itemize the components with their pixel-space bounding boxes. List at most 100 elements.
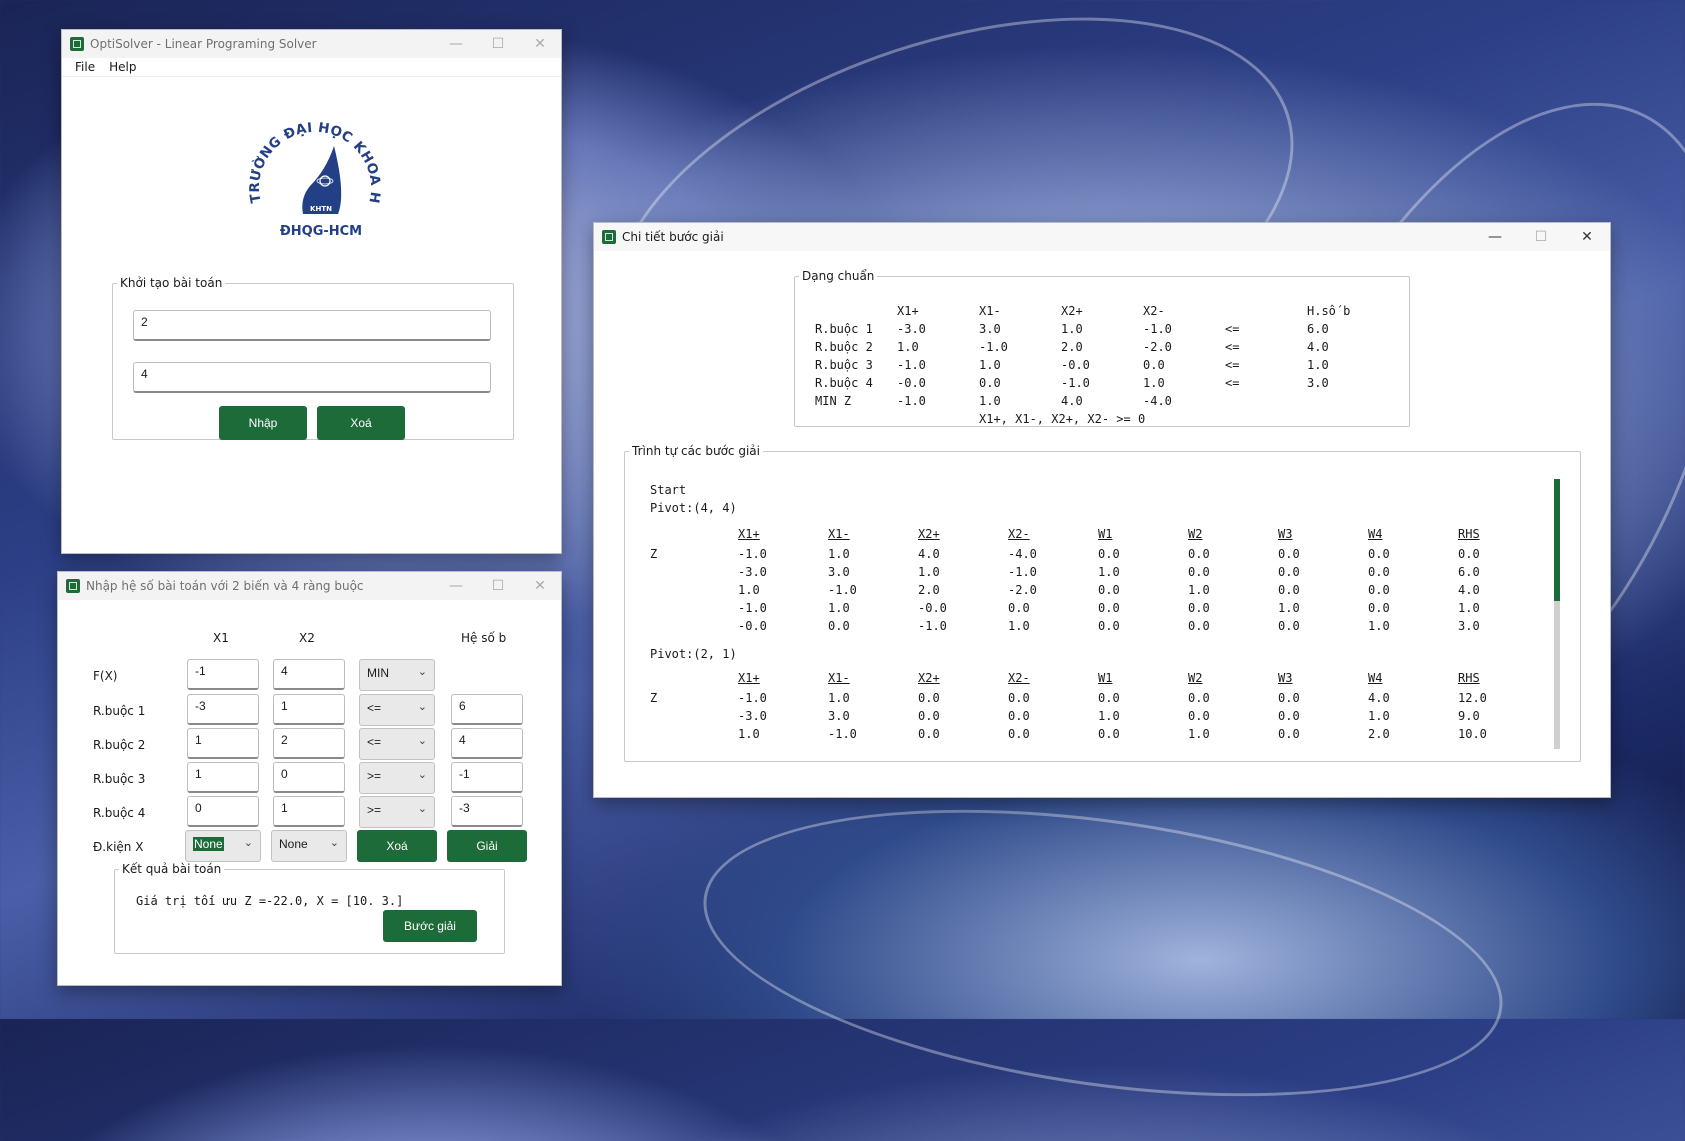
cell: 0.0: [1188, 619, 1210, 633]
constraint-b-input[interactable]: -1: [451, 762, 523, 793]
chevron-down-icon: ⌄: [329, 837, 339, 849]
close-icon[interactable]: ✕: [519, 30, 561, 58]
close-icon[interactable]: ✕: [519, 572, 561, 600]
cell: 1.0: [1278, 601, 1300, 615]
maximize-icon[interactable]: ☐: [477, 30, 519, 58]
constraint-x2-input[interactable]: 1: [273, 694, 345, 725]
cell: <=: [1225, 376, 1240, 390]
cell: 1.0: [1143, 376, 1165, 390]
standard-header: X2-: [1143, 304, 1165, 318]
constraint-b-input[interactable]: 6: [451, 694, 523, 725]
solve-button[interactable]: Giải: [447, 830, 527, 862]
objective-select[interactable]: MIN ⌄: [359, 659, 435, 691]
condition-x1-select[interactable]: None ⌄: [185, 830, 261, 862]
init-group: Khởi tạo bài toán: [112, 276, 514, 440]
constraint-x1-input[interactable]: 1: [187, 728, 259, 759]
minimize-icon[interactable]: —: [435, 572, 477, 600]
condition-x2-select[interactable]: None ⌄: [271, 830, 347, 862]
cell: [1307, 392, 1377, 410]
constraint-b-input[interactable]: -3: [451, 796, 523, 827]
constraint-x1-input[interactable]: -3: [187, 694, 259, 725]
cell: 0.0: [1368, 565, 1390, 579]
menu-help[interactable]: Help: [102, 58, 143, 76]
tableau-header: X1-: [828, 671, 850, 685]
minimize-icon[interactable]: —: [435, 30, 477, 58]
steps-button[interactable]: Bước giải: [383, 910, 477, 942]
cell: 1.0: [1008, 619, 1030, 633]
cell: -1.0: [738, 601, 767, 615]
cell: -1.0: [828, 583, 857, 597]
cell: -0.0: [738, 619, 767, 633]
cell: 1.0: [738, 583, 760, 597]
close-icon[interactable]: ✕: [1564, 223, 1610, 251]
cell: 1.0: [1307, 358, 1329, 372]
cell: 3.0: [828, 709, 850, 723]
steps-scrollbar[interactable]: [1554, 479, 1560, 749]
cell: 0.0: [1188, 709, 1210, 723]
cell: 0.0: [1368, 583, 1390, 597]
standard-row: R.buộc 2 1.0 -1.0 2.0 -2.0 <= 4.0: [815, 338, 1377, 356]
start-label: Start: [650, 483, 687, 497]
fx-x1-input[interactable]: -1: [187, 659, 259, 690]
input-window-title: Nhập hệ số bài toán với 2 biến và 4 ràng…: [86, 579, 364, 593]
cell: 0.0: [1278, 691, 1300, 705]
cell: 0.0: [1098, 691, 1120, 705]
constraint-op-select[interactable]: <= ⌄: [359, 694, 435, 726]
constraint-x1-input[interactable]: 0: [187, 796, 259, 827]
steps-group-label: Trình tự các bước giải: [632, 444, 760, 458]
constraint-op-select[interactable]: <= ⌄: [359, 728, 435, 760]
enter-button[interactable]: Nhập: [219, 406, 307, 440]
menu-file[interactable]: File: [68, 58, 102, 76]
constraint-op-select[interactable]: >= ⌄: [359, 796, 435, 828]
constraint-op-select[interactable]: >= ⌄: [359, 762, 435, 794]
steps-window-titlebar[interactable]: Chi tiết bước giải — ☐ ✕: [594, 223, 1610, 251]
cell: -1.0: [897, 394, 926, 408]
main-window-titlebar[interactable]: OptiSolver - Linear Programing Solver — …: [62, 30, 561, 58]
num-constraints-input[interactable]: 4: [133, 362, 491, 393]
chevron-down-icon: ⌄: [417, 769, 427, 781]
cell: -1.0: [979, 340, 1008, 354]
steps-scrollbar-thumb[interactable]: [1554, 479, 1560, 601]
cell: 2.0: [918, 583, 940, 597]
cell: 0.0: [1368, 547, 1390, 561]
chevron-down-icon: ⌄: [417, 701, 427, 713]
cell: 6.0: [1458, 565, 1480, 579]
cell: 1.0: [1188, 727, 1210, 741]
row-label: [650, 725, 738, 743]
tableau-row: -1.0 1.0 -0.0 0.0 0.0 0.0 1.0 0.0 1.0: [650, 599, 1528, 617]
cell: 0.0: [1278, 709, 1300, 723]
row-label: [650, 581, 738, 599]
clear-coefficients-button[interactable]: Xoá: [357, 830, 437, 862]
cell: <=: [1225, 340, 1240, 354]
num-vars-input[interactable]: 2: [133, 310, 491, 341]
maximize-icon[interactable]: ☐: [1518, 223, 1564, 251]
tableau-header: W4: [1368, 671, 1383, 685]
cell: -3.0: [738, 565, 767, 579]
input-window-titlebar[interactable]: Nhập hệ số bài toán với 2 biến và 4 ràng…: [58, 572, 561, 600]
tableau-row: -3.0 3.0 1.0 -1.0 1.0 0.0 0.0 0.0 6.0: [650, 563, 1528, 581]
cell: 3.0: [1458, 619, 1480, 633]
clear-button[interactable]: Xoá: [317, 406, 405, 440]
constraint-b-input[interactable]: 4: [451, 728, 523, 759]
tableau: X1+ X1- X2+ X2- W1 W2 W3 W4 RHS Z -1.0 1…: [650, 667, 1528, 743]
steps-scroll-area[interactable]: Start Pivot:(4, 4) X1+ X1- X2+ X2- W1 W2…: [650, 481, 1550, 759]
constraint-x2-input[interactable]: 0: [273, 762, 345, 793]
cell: 0.0: [979, 376, 1001, 390]
menubar: File Help: [62, 58, 561, 77]
tableau-header: W3: [1278, 527, 1293, 541]
input-window: Nhập hệ số bài toán với 2 biến và 4 ràng…: [57, 571, 562, 986]
cell: 0.0: [1098, 619, 1120, 633]
maximize-icon[interactable]: ☐: [477, 572, 519, 600]
fx-x2-input[interactable]: 4: [273, 659, 345, 690]
cell: 1.0: [1098, 709, 1120, 723]
condition-label: Đ.kiện X: [93, 840, 144, 854]
constraint-x1-input[interactable]: 1: [187, 762, 259, 793]
objective-value: MIN: [367, 666, 389, 680]
chevron-down-icon: ⌄: [417, 803, 427, 815]
cell: 0.0: [1098, 547, 1120, 561]
constraint-x2-input[interactable]: 1: [273, 796, 345, 827]
minimize-icon[interactable]: —: [1472, 223, 1518, 251]
constraint-x2-input[interactable]: 2: [273, 728, 345, 759]
cell: 10.0: [1458, 727, 1487, 741]
tableau-header: RHS: [1458, 527, 1480, 541]
